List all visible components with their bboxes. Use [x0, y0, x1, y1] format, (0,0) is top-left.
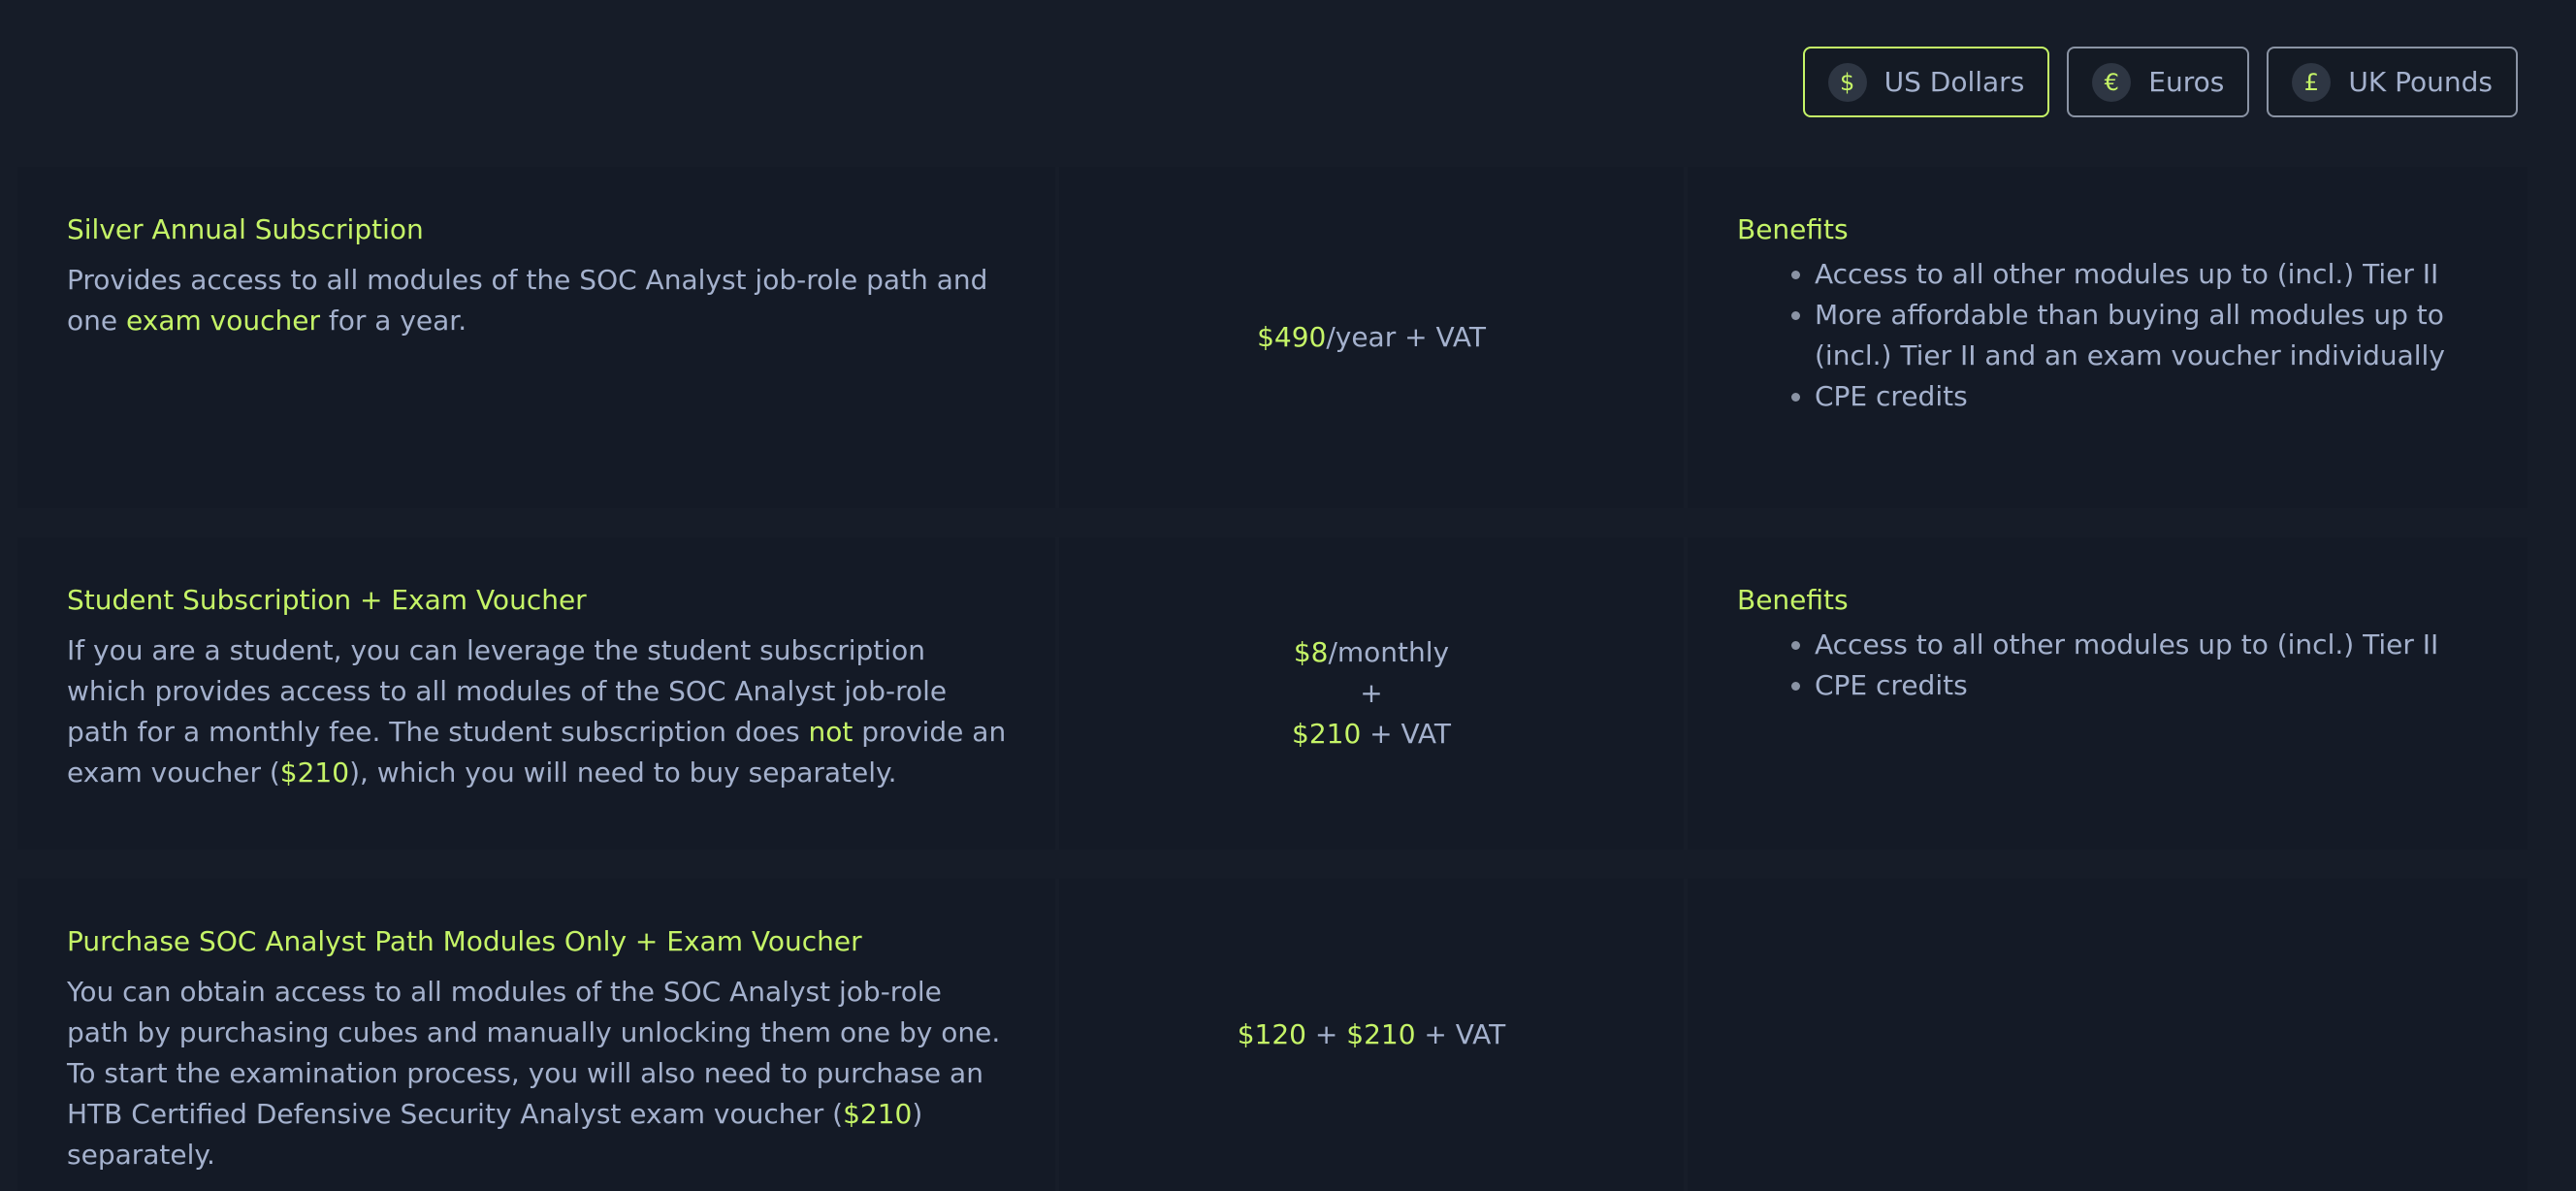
benefit-item: More affordable than buying all modules …	[1815, 295, 2489, 376]
currency-usd-button[interactable]: $ US Dollars	[1802, 47, 2050, 117]
price-amount: $210	[1292, 718, 1362, 750]
plan-title: Purchase SOC Analyst Path Modules Only +…	[67, 925, 862, 957]
price-suffix: /monthly	[1328, 636, 1450, 668]
description-text: ), which you will need to buy separately…	[349, 756, 897, 789]
plan-row-silver: Silver Annual Subscription Provides acce…	[17, 167, 2528, 508]
plan-price-cell: $490/year + VAT	[1059, 167, 1684, 508]
price-plus: +	[1306, 1018, 1347, 1050]
plan-benefits-cell: Benefits Access to all other modules up …	[1688, 537, 2528, 850]
benefits-heading: Benefits	[1737, 213, 1849, 245]
plan-title: Silver Annual Subscription	[67, 213, 424, 245]
price-amount: $490	[1257, 321, 1327, 353]
dollar-icon: $	[1827, 62, 1867, 102]
plan-price: $490/year + VAT	[1257, 317, 1486, 358]
benefits-heading: Benefits	[1737, 584, 1849, 616]
benefit-item: Access to all other modules up to (incl.…	[1815, 625, 2489, 665]
price-amount: $120	[1237, 1018, 1306, 1050]
currency-switcher: $ US Dollars € Euros £ UK Pounds	[1802, 47, 2518, 117]
emphasis-text: not	[808, 716, 853, 748]
plan-row-student: Student Subscription + Exam Voucher If y…	[17, 537, 2528, 850]
currency-label: US Dollars	[1884, 66, 2025, 98]
plan-price: $8/monthly + $210 + VAT	[1292, 632, 1451, 755]
currency-eur-button[interactable]: € Euros	[2067, 47, 2250, 117]
plan-benefits-cell: Benefits Access to all other modules up …	[1688, 167, 2528, 508]
benefit-item: CPE credits	[1815, 376, 2489, 417]
plan-benefits-cell	[1688, 879, 2528, 1191]
benefits-list: Access to all other modules up to (incl.…	[1737, 254, 2489, 417]
price-suffix: + VAT	[1361, 718, 1451, 750]
plan-price-cell: $8/monthly + $210 + VAT	[1059, 537, 1684, 850]
description-text: for a year.	[319, 305, 467, 337]
price-suffix: /year + VAT	[1326, 321, 1486, 353]
plan-description-cell: Silver Annual Subscription Provides acce…	[17, 167, 1055, 508]
benefit-item: Access to all other modules up to (incl.…	[1815, 254, 2489, 295]
plan-description: You can obtain access to all modules of …	[67, 972, 1007, 1175]
price-suffix: + VAT	[1415, 1018, 1506, 1050]
benefit-item: CPE credits	[1815, 665, 2489, 706]
plan-description: Provides access to all modules of the SO…	[67, 260, 1007, 341]
price-amount: $8	[1293, 636, 1329, 668]
exam-voucher-link[interactable]: exam voucher	[126, 305, 320, 337]
voucher-price: $210	[279, 756, 350, 789]
plan-description-cell: Purchase SOC Analyst Path Modules Only +…	[17, 879, 1055, 1191]
voucher-price: $210	[843, 1098, 913, 1130]
price-amount: $210	[1346, 1018, 1416, 1050]
plan-description-cell: Student Subscription + Exam Voucher If y…	[17, 537, 1055, 850]
pound-icon: £	[2292, 62, 2332, 102]
plan-price: $120 + $210 + VAT	[1238, 1014, 1506, 1055]
plan-row-modules-only: Purchase SOC Analyst Path Modules Only +…	[17, 879, 2528, 1191]
euro-icon: €	[2092, 62, 2132, 102]
price-plus: +	[1360, 677, 1383, 709]
benefits-list: Access to all other modules up to (incl.…	[1737, 625, 2489, 706]
currency-label: UK Pounds	[2348, 66, 2493, 98]
currency-label: Euros	[2148, 66, 2225, 98]
currency-gbp-button[interactable]: £ UK Pounds	[2267, 47, 2518, 117]
plan-price-cell: $120 + $210 + VAT	[1059, 879, 1684, 1191]
plan-title: Student Subscription + Exam Voucher	[67, 584, 587, 616]
plan-description: If you are a student, you can leverage t…	[67, 630, 1007, 793]
